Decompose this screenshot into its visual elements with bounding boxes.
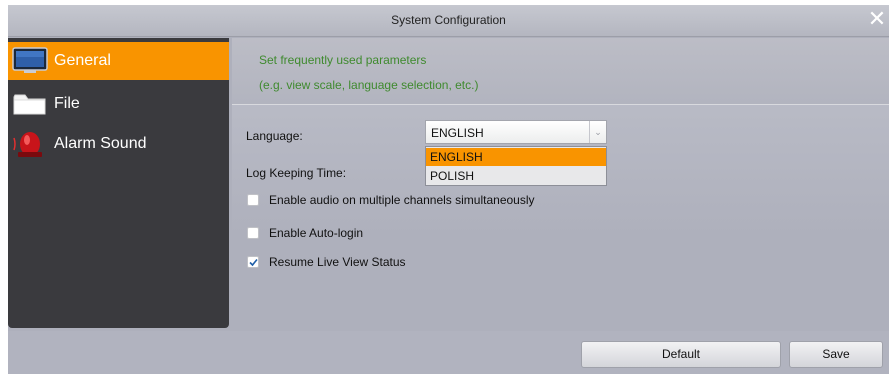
checkbox[interactable] xyxy=(247,256,259,268)
checkbox-label: Resume Live View Status xyxy=(269,255,406,269)
checkbox-label: Enable audio on multiple channels simult… xyxy=(269,193,535,207)
language-select[interactable]: ENGLISH ⌄ xyxy=(425,120,607,144)
monitor-icon xyxy=(12,47,48,73)
close-icon[interactable]: ✕ xyxy=(865,6,889,32)
checkbox[interactable] xyxy=(247,227,259,239)
description-line: (e.g. view scale, language selection, et… xyxy=(259,78,479,92)
title-bar: System Configuration ✕ xyxy=(8,5,889,37)
chevron-down-icon[interactable]: ⌄ xyxy=(589,121,606,143)
footer-bar: Default Save xyxy=(8,331,889,374)
language-dropdown-list: ENGLISH POLISH xyxy=(425,146,607,186)
sidebar-item-general[interactable]: General xyxy=(8,42,229,80)
sidebar-item-label: General xyxy=(54,52,111,69)
alarm-siren-icon xyxy=(13,132,42,157)
description-box: Set frequently used parameters (e.g. vie… xyxy=(232,38,889,105)
sidebar: General File Alarm Sound xyxy=(8,38,229,328)
sidebar-item-file[interactable]: File xyxy=(8,85,229,123)
save-button[interactable]: Save xyxy=(789,341,883,368)
default-button[interactable]: Default xyxy=(581,341,781,368)
general-settings-panel: Set frequently used parameters (e.g. vie… xyxy=(232,38,889,328)
checkbox-label: Enable Auto-login xyxy=(269,226,364,240)
dropdown-option-polish[interactable]: POLISH xyxy=(426,167,606,185)
checkbox[interactable] xyxy=(247,194,259,206)
sidebar-item-label: Alarm Sound xyxy=(54,135,147,152)
log-keeping-time-label: Log Keeping Time: xyxy=(246,166,347,180)
system-configuration-window: System Configuration ✕ General File Alar… xyxy=(8,5,889,374)
dropdown-option-english[interactable]: ENGLISH xyxy=(426,148,606,166)
folder-icon xyxy=(13,94,46,115)
sidebar-item-alarm-sound[interactable]: Alarm Sound xyxy=(8,125,229,163)
language-label: Language: xyxy=(246,129,303,143)
window-title: System Configuration xyxy=(391,13,506,27)
checkmark-icon xyxy=(249,258,258,267)
language-select-value: ENGLISH xyxy=(431,126,484,140)
sidebar-item-label: File xyxy=(54,95,80,112)
description-line: Set frequently used parameters xyxy=(259,53,427,67)
